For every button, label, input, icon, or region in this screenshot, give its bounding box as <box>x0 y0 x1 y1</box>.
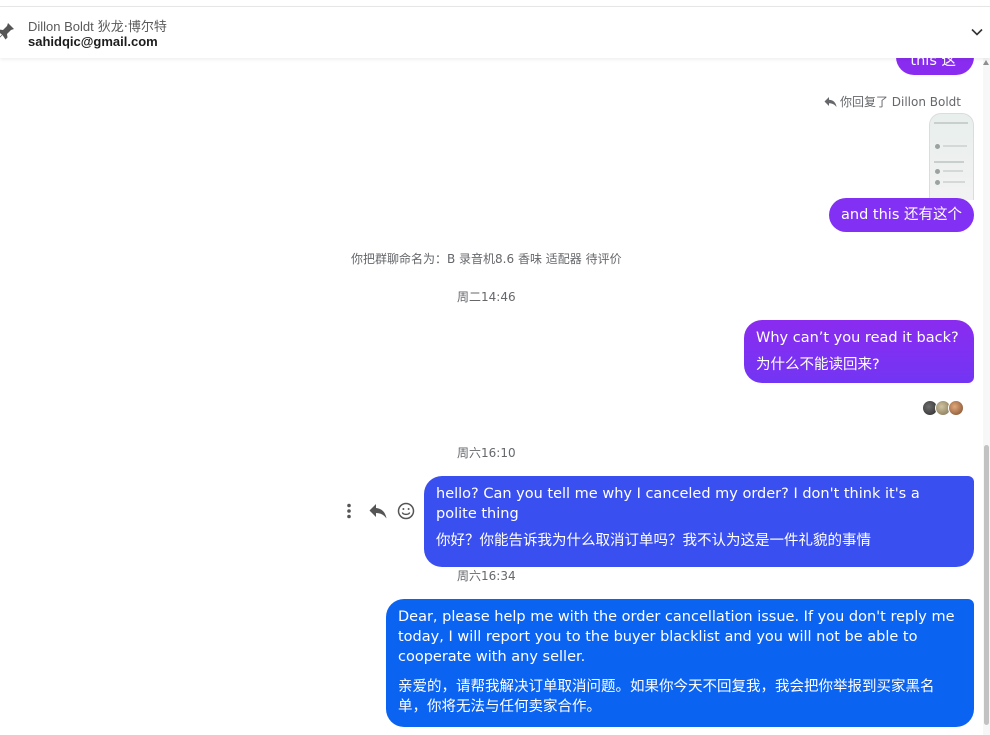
chat-window: Dillon Boldt 狄龙·博尔特 sahidqic@gmail.com th… <box>0 0 990 735</box>
thumbnail-line <box>934 122 968 124</box>
contact-name: Dillon Boldt 狄龙·博尔特 <box>28 16 167 35</box>
chat-header: Dillon Boldt 狄龙·博尔特 sahidqic@gmail.com <box>0 6 990 58</box>
emoji-icon[interactable] <box>396 500 416 522</box>
message-bubble-hello[interactable]: hello? Can you tell me why I canceled my… <box>424 476 974 567</box>
message-text-en: Dear, please help me with the order canc… <box>398 609 955 665</box>
message-text-cn: 亲爱的，请帮我解决订单取消问题。如果你今天不回复我，我会把你举报到买家黑名单，你… <box>398 679 935 715</box>
message-bubble-dear[interactable]: Dear, please help me with the order canc… <box>386 599 974 727</box>
thumbnail-line <box>943 181 965 183</box>
chevron-down-icon[interactable] <box>970 25 984 39</box>
message-bubble-and-this[interactable]: and this 还有这个 <box>829 198 974 232</box>
message-text-en: Why can’t you read it back? <box>756 330 959 346</box>
message-bubble-read-back[interactable]: Why can’t you read it back? 为什么不能读回来? <box>744 320 974 383</box>
system-rename-note: 你把群聊命名为：B 录音机8.6 香味 适配器 待评价 <box>351 252 622 266</box>
scroll-up-arrow[interactable] <box>983 60 989 65</box>
thumbnail-dot <box>935 169 940 174</box>
contact-name-cn: 狄龙·博尔特 <box>97 20 167 35</box>
reply-arrow-icon <box>824 97 837 107</box>
reply-icon[interactable] <box>368 500 388 522</box>
message-actions <box>340 500 416 522</box>
thumbnail-dot <box>935 180 940 185</box>
more-vertical-icon[interactable] <box>340 500 358 522</box>
thumbnail-line <box>934 161 964 163</box>
pin-icon[interactable] <box>0 21 16 41</box>
image-attachment-thumbnail[interactable] <box>929 113 974 200</box>
contact-email: sahidqic@gmail.com <box>28 34 158 49</box>
contact-name-en: Dillon Boldt <box>28 19 94 34</box>
message-text: and this 还有这个 <box>841 207 962 223</box>
scrollbar-thumb[interactable] <box>984 445 989 725</box>
reply-note-text: 你回复了 Dillon Boldt <box>839 95 961 109</box>
thumbnail-line <box>943 145 967 147</box>
thumbnail-line <box>943 170 963 172</box>
read-receipts[interactable] <box>922 400 964 416</box>
timestamp: 周六16:34 <box>457 569 516 583</box>
message-text-en: hello? Can you tell me why I canceled my… <box>436 486 920 522</box>
reply-note: 你回复了 Dillon Boldt <box>824 93 961 110</box>
message-text-cn: 为什么不能读回来? <box>756 357 880 373</box>
avatar <box>948 400 964 416</box>
message-text-cn: 你好？你能告诉我为什么取消订单吗？我不认为这是一件礼貌的事情 <box>436 533 871 549</box>
thumbnail-dot <box>935 144 940 149</box>
timestamp: 周二14:46 <box>457 290 516 304</box>
timestamp: 周六16:10 <box>457 446 516 460</box>
